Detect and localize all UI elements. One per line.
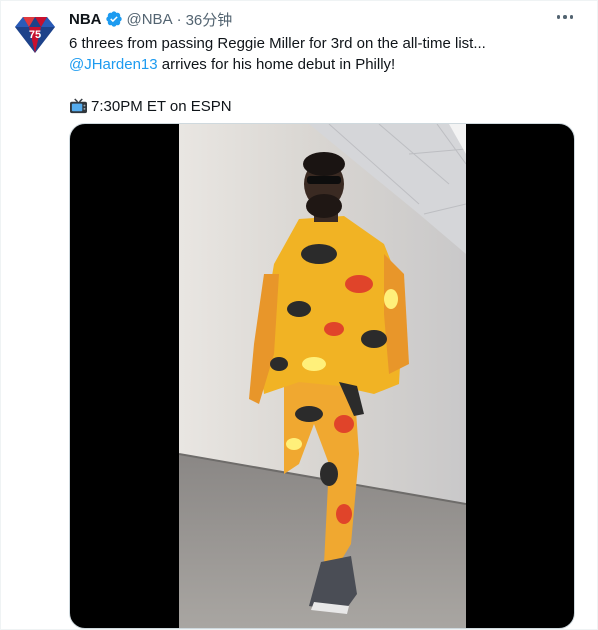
video-frame — [179, 124, 466, 628]
nba-75-logo-icon: 75 — [15, 17, 55, 53]
tweet-header: NBA @NBA · 36分钟 — [69, 9, 232, 29]
video-media[interactable] — [69, 123, 575, 629]
separator-dot: · — [176, 10, 182, 28]
more-options-button[interactable] — [551, 7, 579, 27]
tweet-text: 6 threes from passing Reggie Miller for … — [69, 33, 579, 117]
author-name[interactable]: NBA — [69, 11, 102, 28]
tweet-text-line-2-rest: arrives for his home debut in Philly! — [157, 56, 396, 73]
broadcast-info: 7:30PM ET on ESPN — [91, 98, 232, 115]
more-options-icon-dot — [569, 15, 574, 19]
mention-link[interactable]: @JHarden13 — [69, 56, 158, 73]
author-handle[interactable]: @NBA — [127, 11, 173, 28]
tweet-card[interactable]: 75 NBA @NBA · 36分钟 6 threes from passing… — [0, 0, 598, 630]
more-options-icon — [556, 15, 561, 19]
nba-logo-avatar[interactable]: 75 — [11, 9, 59, 57]
television-emoji-icon — [70, 98, 87, 114]
tweet-text-line-1: 6 threes from passing Reggie Miller for … — [69, 35, 486, 52]
tweet-timestamp[interactable]: 36分钟 — [186, 9, 233, 30]
verified-badge-icon — [105, 11, 122, 27]
svg-text:75: 75 — [29, 29, 41, 41]
tweet-text-line-2: @JHarden13 arrives for his home debut in… — [69, 54, 579, 75]
more-options-icon-dot — [563, 15, 567, 19]
tweet-text-line-3: 7:30PM ET on ESPN — [69, 96, 579, 117]
